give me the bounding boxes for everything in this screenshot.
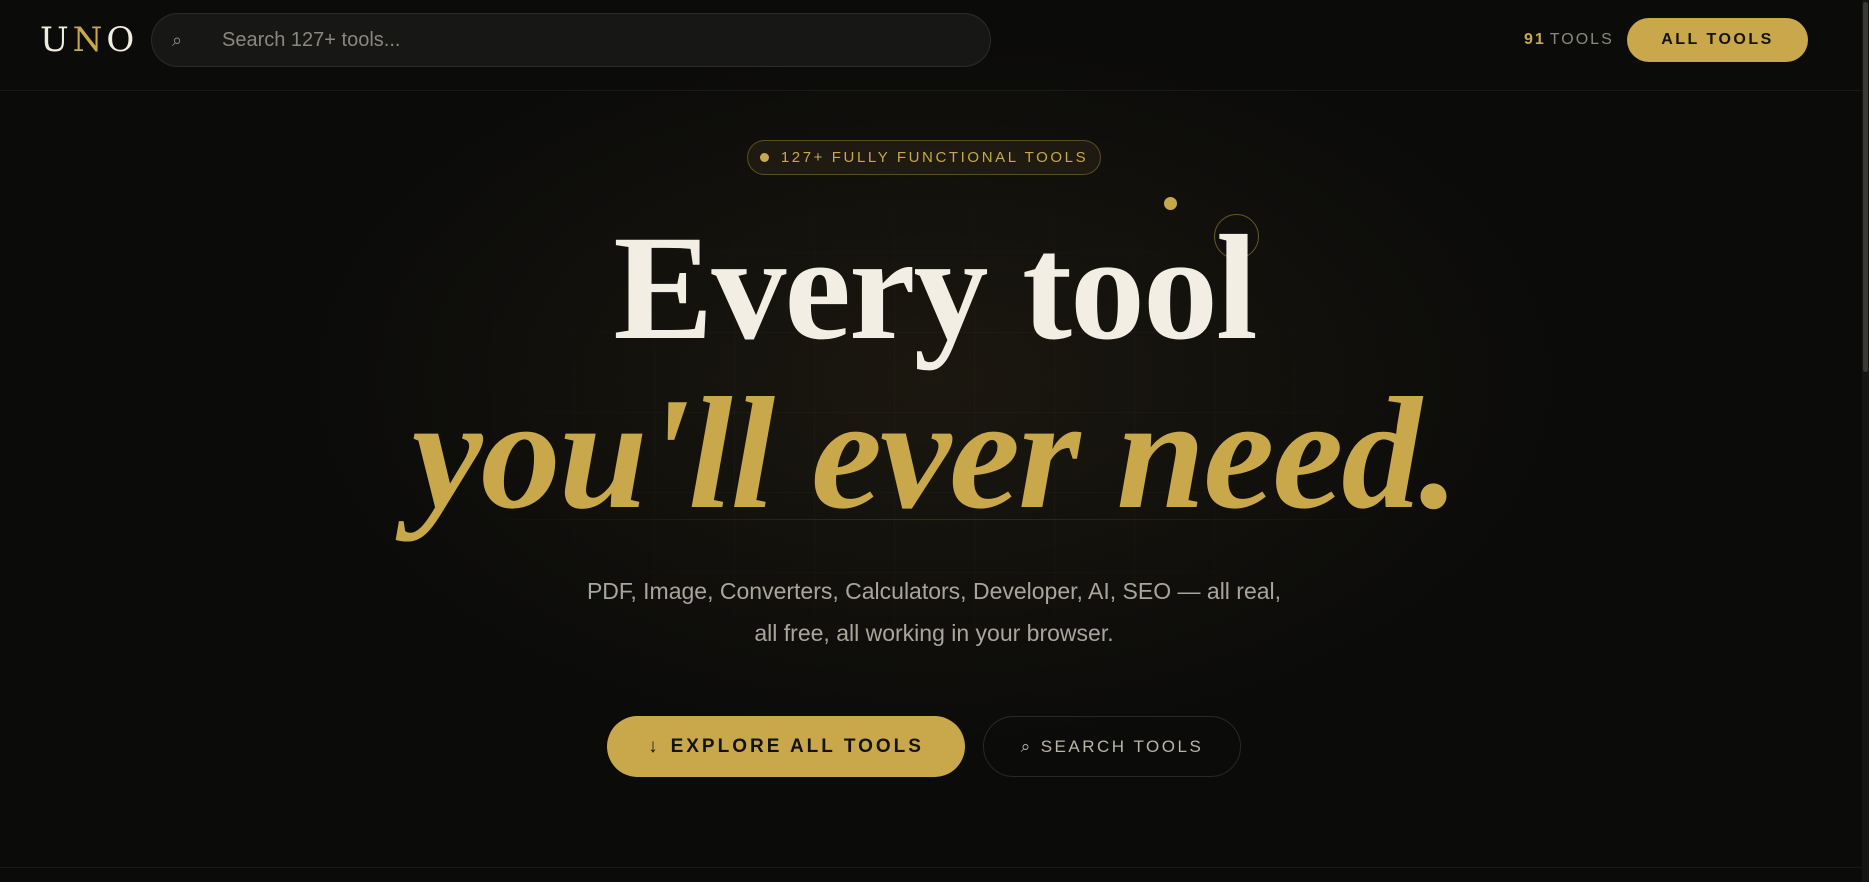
tool-count-label: TOOLS bbox=[1549, 31, 1614, 48]
search-bar[interactable]: ⌕ bbox=[151, 13, 991, 67]
scrollbar-thumb[interactable] bbox=[1863, 2, 1868, 372]
badge-dot-icon bbox=[759, 153, 769, 162]
search-tools-button[interactable]: ⌕ SEARCH TOOLS bbox=[983, 716, 1241, 777]
search-icon: ⌕ bbox=[172, 29, 183, 51]
headline-line-2: you'll ever need. bbox=[411, 364, 1460, 542]
badge-label: 127+ FULLY FUNCTIONAL TOOLS bbox=[780, 149, 1089, 166]
hero-subtitle: PDF, Image, Converters, Calculators, Dev… bbox=[586, 578, 1282, 646]
page-scrollbar[interactable] bbox=[1862, 0, 1869, 882]
arrow-down-icon: ↓ bbox=[648, 735, 661, 757]
logo-letter-n: N bbox=[72, 20, 107, 60]
logo[interactable]: UNO bbox=[40, 20, 138, 60]
search-icon: ⌕ bbox=[1020, 736, 1033, 756]
tool-count-number: 91 bbox=[1524, 31, 1546, 48]
top-navbar: UNO ⌕ 91TOOLS ALL TOOLS bbox=[0, 0, 1869, 91]
logo-letter-u: U bbox=[40, 20, 73, 60]
logo-letter-o: O bbox=[106, 20, 139, 60]
page: UNO ⌕ 91TOOLS ALL TOOLS 127+ FULLY FUNCT… bbox=[0, 0, 1869, 882]
tools-count-badge: 127+ FULLY FUNCTIONAL TOOLS bbox=[747, 140, 1101, 175]
all-tools-button[interactable]: ALL TOOLS bbox=[1627, 18, 1808, 62]
explore-button-label: EXPLORE ALL TOOLS bbox=[670, 735, 924, 757]
section-divider bbox=[0, 867, 1869, 868]
tool-count: 91 TOOLS bbox=[1524, 29, 1614, 51]
explore-all-tools-button[interactable]: ↓ EXPLORE ALL TOOLS bbox=[607, 716, 965, 777]
search-button-label: SEARCH TOOLS bbox=[1040, 736, 1204, 756]
search-input[interactable] bbox=[222, 20, 942, 60]
headline-divider bbox=[470, 519, 1400, 520]
headline-line-1: Every tool bbox=[613, 205, 1257, 371]
